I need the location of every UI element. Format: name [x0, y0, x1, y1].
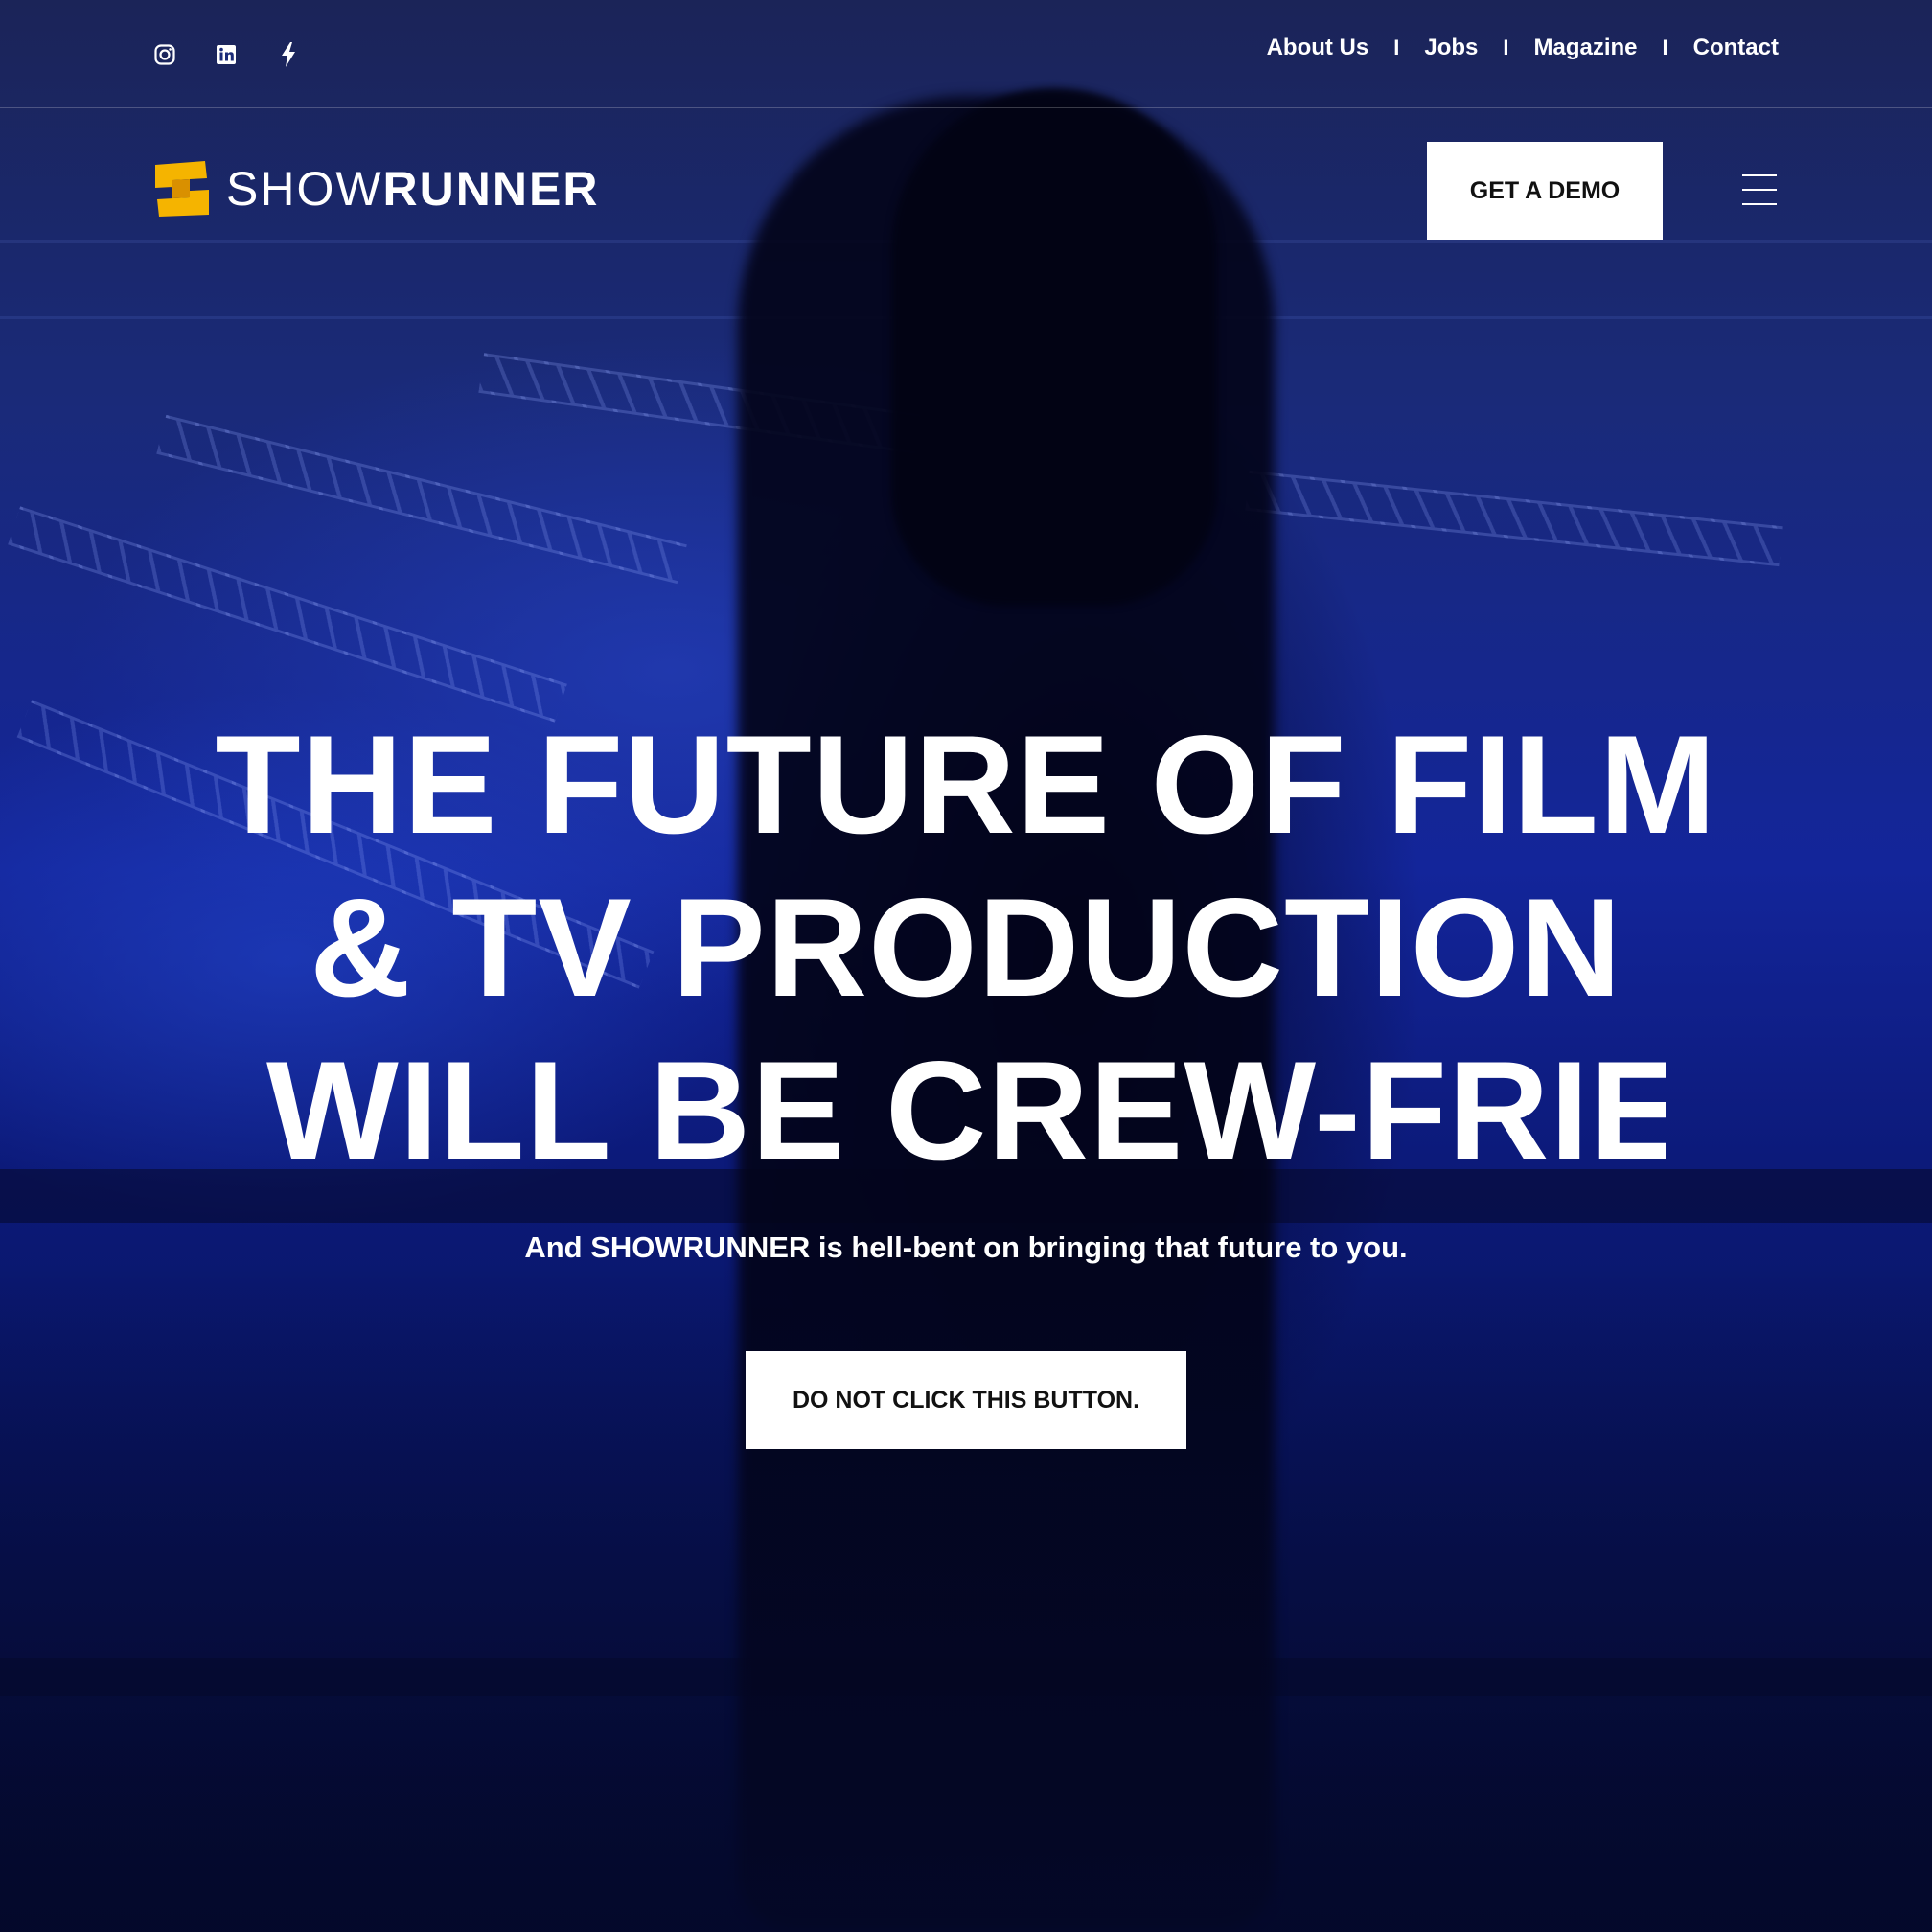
linkedin-icon[interactable]: [212, 40, 241, 69]
logo-wordmark-thin: SHOW: [226, 162, 383, 216]
showrunner-logo[interactable]: SHOWRUNNER: [151, 159, 599, 218]
top-utility-bar: About Us I Jobs I Magazine I Contact: [0, 0, 1932, 108]
hero-title-line-2: & TV PRODUCTION: [310, 869, 1622, 1025]
nav-link-contact[interactable]: Contact: [1693, 34, 1779, 61]
lightning-icon[interactable]: [274, 40, 303, 69]
hero-subtitle: And SHOWRUNNER is hell-bent on bringing …: [524, 1230, 1408, 1264]
hero-cta-button[interactable]: DO NOT CLICK THIS BUTTON.: [746, 1351, 1186, 1449]
nav-separator: I: [1662, 35, 1668, 59]
instagram-icon[interactable]: [150, 40, 179, 69]
page: About Us I Jobs I Magazine I Contact SHO…: [0, 0, 1932, 1932]
hero-title-line-1: THE FUTURE OF FILM: [215, 706, 1717, 862]
nav-link-magazine[interactable]: Magazine: [1534, 34, 1638, 61]
logo-wordmark: SHOWRUNNER: [226, 161, 599, 217]
nav-link-jobs[interactable]: Jobs: [1424, 34, 1478, 61]
nav-link-about-us[interactable]: About Us: [1267, 34, 1369, 61]
get-a-demo-button[interactable]: GET A DEMO: [1427, 142, 1663, 240]
showrunner-logo-mark-icon: [155, 161, 209, 217]
hero-title-line-3: WILL BE CREW-FRIEI: [266, 1032, 1666, 1188]
hero-title: THE FUTURE OF FILM & TV PRODUCTION WILL …: [192, 703, 1740, 1192]
hamburger-menu-icon[interactable]: [1742, 174, 1777, 205]
nav-separator: I: [1503, 35, 1509, 59]
logo-wordmark-bold: RUNNER: [382, 162, 600, 216]
nav-separator: I: [1393, 35, 1400, 59]
top-nav: About Us I Jobs I Magazine I Contact: [1267, 34, 1779, 61]
